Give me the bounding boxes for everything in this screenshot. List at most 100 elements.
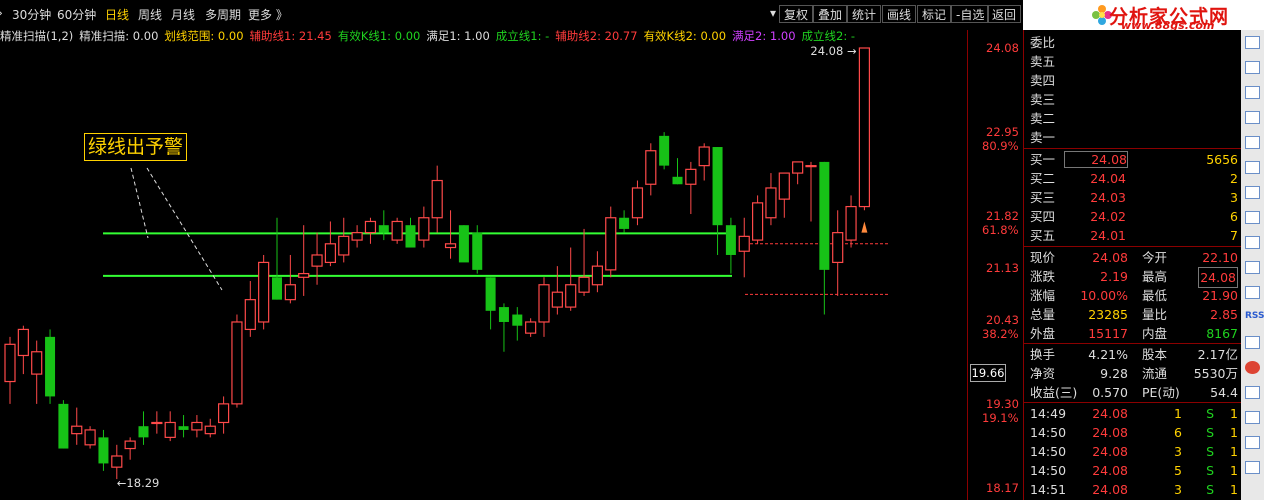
candle-body	[525, 321, 537, 334]
indicator-value: 有效K线2: 0.00	[643, 29, 727, 43]
period-60min[interactable]: 60分钟	[57, 6, 96, 23]
draw-line-button[interactable]: 画线	[882, 5, 917, 23]
screen-icon[interactable]	[1245, 336, 1260, 349]
rss-icon[interactable]: RSS	[1245, 311, 1264, 324]
tool-icon[interactable]	[1245, 136, 1260, 149]
price-axis-label: 22.95	[986, 125, 1019, 140]
ask-row: 卖四	[1030, 73, 1056, 88]
indicator-value: 辅助线1: 21.45	[249, 29, 332, 43]
period-30min[interactable]: 30分钟	[12, 6, 51, 23]
tick-row: 14:51 24.08 3 S 1	[1030, 482, 1238, 497]
candle-body	[792, 161, 804, 174]
candle-body	[485, 277, 496, 311]
chevron-down-icon[interactable]: ▾	[770, 6, 776, 20]
candle-body	[444, 243, 457, 249]
candle-body	[138, 426, 149, 438]
adjust-button[interactable]: 复权	[779, 5, 814, 23]
ask-row: 卖一	[1030, 130, 1056, 145]
candle-body	[698, 146, 710, 167]
f10-icon[interactable]	[1245, 236, 1260, 249]
back-arrow-icon[interactable]: ›	[0, 6, 3, 20]
layout-icon[interactable]	[1245, 261, 1260, 274]
candlestick-chart[interactable]: 24.08 → ←18.29	[0, 0, 967, 500]
candle-body	[712, 147, 723, 226]
close-icon[interactable]	[1245, 361, 1260, 374]
fib-pct-label: 61.8%	[982, 223, 1019, 238]
indicator-value: 精准扫描(1,2)	[0, 29, 74, 43]
list-icon[interactable]	[1245, 86, 1260, 99]
candle-body	[244, 299, 256, 331]
annotation-arrow-2	[146, 167, 223, 291]
candle-body	[619, 217, 630, 229]
current-price-tag: 19.66	[970, 364, 1006, 382]
chart-icon[interactable]	[1245, 36, 1260, 49]
candle-body	[832, 232, 844, 264]
f6-icon[interactable]	[1245, 461, 1260, 474]
candle-body	[685, 168, 697, 185]
fib-pct-label: 19.1%	[982, 410, 1019, 425]
candle-body	[672, 176, 683, 185]
nav-icon[interactable]	[1245, 386, 1260, 399]
period-weekly[interactable]: 周线	[138, 6, 162, 23]
stats-row: 涨幅 10.00% 最低 21.90	[1030, 288, 1238, 303]
indicator-value: 划线范围: 0.00	[164, 29, 244, 43]
candle-body	[418, 217, 430, 241]
candle-body	[538, 284, 550, 323]
candle-body	[565, 284, 577, 308]
fib-pct-label: 80.9%	[982, 139, 1019, 154]
trend-icon[interactable]	[1245, 286, 1260, 299]
indicator-value: 有效K线1: 0.00	[337, 29, 421, 43]
window-icon[interactable]	[1245, 186, 1260, 199]
remove-watchlist-button[interactable]: -自选	[951, 5, 990, 23]
stats-row: 现价 24.08 今开 22.10	[1030, 250, 1238, 265]
period-daily[interactable]: 日线	[105, 6, 129, 23]
price-axis: 19.66 24.08 22.95 80.9% 21.82 61.8% 21.13 20.4…	[967, 30, 1024, 500]
indicator-value: 成立线2: -	[801, 29, 856, 43]
candle-body	[551, 291, 563, 308]
toolbar: › 30分钟 60分钟 日线 周线 月线 多周期 更多 》 ▾ 复权 叠加 统计…	[0, 0, 1022, 26]
fundamentals-row: 净资 9.28 流通 5530万	[1030, 366, 1238, 381]
candle-body	[364, 220, 377, 234]
candle-body	[605, 217, 617, 271]
candle-body	[218, 403, 230, 424]
candle-body	[858, 47, 871, 208]
mark-button[interactable]: 标记	[917, 5, 952, 23]
candle-body	[431, 179, 443, 219]
price-axis-label: 18.17	[986, 481, 1019, 495]
grid-icon[interactable]	[1245, 61, 1260, 74]
candle-body	[591, 265, 604, 286]
divider	[1024, 402, 1242, 403]
annotation-label: 绿线出予警	[84, 133, 188, 161]
indicator-value: 满足2: 1.00	[732, 29, 796, 43]
period-monthly[interactable]: 月线	[171, 6, 195, 23]
indicator-value: 满足1: 1.00	[426, 29, 490, 43]
line-icon[interactable]	[1245, 161, 1260, 174]
candle-body	[778, 172, 790, 200]
f5-icon[interactable]	[1245, 436, 1260, 449]
candle-body	[578, 276, 590, 293]
fundamentals-row: 收益(三) 0.570 PE(动) 54.4	[1030, 385, 1238, 400]
ask-row: 卖二	[1030, 111, 1056, 126]
candle-body	[378, 225, 389, 233]
bars-icon[interactable]	[1245, 111, 1260, 124]
stats-button[interactable]: 统计	[847, 5, 882, 23]
candle-body	[645, 150, 657, 185]
candle-body	[751, 202, 764, 241]
zoom-icon[interactable]	[1245, 411, 1260, 424]
candle-body	[84, 429, 96, 446]
low-marker: ←18.29	[117, 476, 160, 490]
overlay-button[interactable]: 叠加	[813, 5, 848, 23]
annotation-arrow-1	[130, 167, 149, 239]
candle-body	[298, 272, 310, 278]
period-more[interactable]: 更多 》	[248, 6, 288, 23]
refresh-icon[interactable]	[1245, 211, 1260, 224]
candle-body	[311, 254, 323, 267]
candle-body	[31, 351, 43, 375]
candle-body	[284, 284, 296, 301]
price-axis-label: 21.13	[986, 260, 1019, 275]
candle-body	[45, 336, 56, 397]
quote-panel: 委比 卖五 卖四 卖三 卖二 卖一 买一 24.08 5656 买二 24.04 2 买三 24.03 3 买…	[1023, 30, 1242, 500]
return-button[interactable]: 返回	[987, 5, 1022, 23]
period-multi[interactable]: 多周期	[205, 6, 241, 23]
candle-body	[124, 440, 136, 450]
